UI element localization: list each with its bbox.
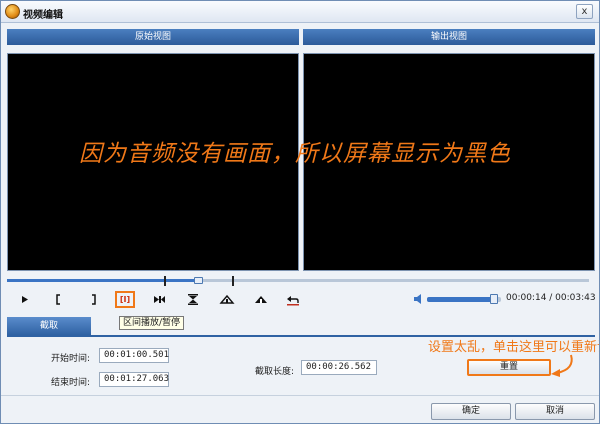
play-button[interactable] [15,291,35,308]
video-edit-window: 视频编辑 x 原始视图 输出视图 因为音频没有画面，所以屏幕显示为黑色 [I] [0,0,600,424]
clip-length-field[interactable]: 00:00:26.562 [301,360,377,375]
set-start-button[interactable] [49,291,69,308]
title-bar[interactable]: 视频编辑 x [1,1,599,23]
undo-button[interactable] [283,291,303,308]
volume-slider-thumb[interactable] [490,294,498,304]
move-marker-alt-button[interactable] [251,291,271,308]
ok-button[interactable]: 确定 [431,403,511,420]
cancel-button[interactable]: 取消 [515,403,595,420]
in-point-marker[interactable] [164,276,170,286]
tab-trim[interactable]: 截取 [7,317,91,335]
jump-to-start-button[interactable] [149,291,169,308]
move-marker-button[interactable] [217,291,237,308]
undo-icon [287,296,299,306]
marker-up-icon [219,294,235,304]
marker-triangle-icon [255,296,267,303]
start-time-label: 开始时间: [51,354,91,364]
set-end-button[interactable] [83,291,103,308]
timeline-played-segment [7,279,199,282]
bracket-right-icon [92,294,96,305]
output-view-header: 输出视图 [303,29,595,45]
play-icon [22,296,28,303]
end-time-field[interactable]: 00:01:27.063 [99,372,169,387]
range-play-button[interactable]: [I] [115,291,135,308]
bracket-left-icon [56,294,60,305]
close-button[interactable]: x [576,4,593,19]
app-logo-icon [5,4,20,19]
hourglass-icon [188,294,198,305]
footer-divider [1,395,599,396]
out-point-marker[interactable] [228,276,234,286]
timeline-slider[interactable] [7,276,589,286]
center-marker-button[interactable] [183,291,203,308]
timeline-playhead[interactable] [194,277,203,284]
time-display: 00:00:14 / 00:03:43 [506,293,596,303]
skip-icon [154,296,165,303]
window-title: 视频编辑 [23,10,63,21]
annotation-overlay-text: 因为音频没有画面，所以屏幕显示为黑色 [79,141,511,167]
range-play-tooltip: 区间播放/暂停 [119,316,185,330]
reset-button[interactable]: 重置 [467,359,551,376]
start-time-field[interactable]: 00:01:00.501 [99,348,169,363]
volume-icon[interactable] [413,293,425,305]
source-view-header: 原始视图 [7,29,299,45]
end-time-label: 结束时间: [51,378,91,388]
clip-length-label: 截取长度: [255,367,295,377]
